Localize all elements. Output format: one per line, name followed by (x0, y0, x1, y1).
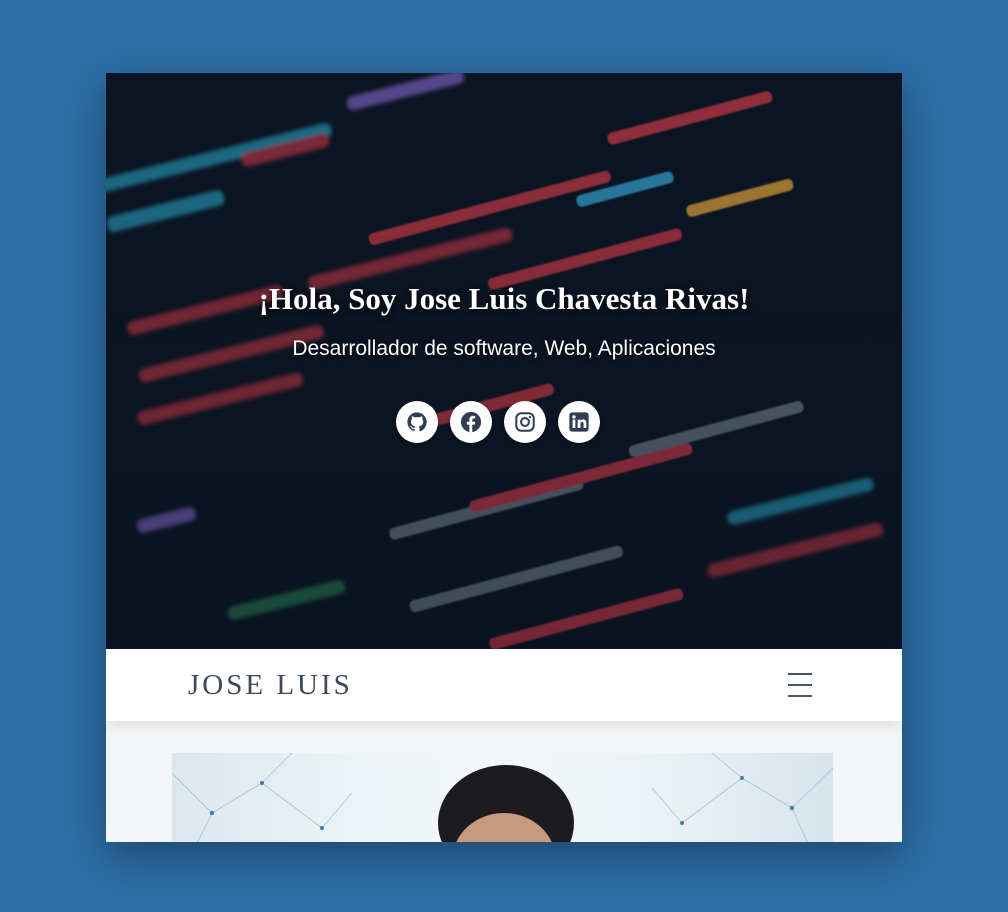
hero-subtitle: Desarrollador de software, Web, Aplicaci… (292, 337, 716, 360)
browser-viewport: ¡Hola, Soy Jose Luis Chavesta Rivas! Des… (106, 73, 902, 842)
brand-logo[interactable]: JOSE LUIS (188, 669, 353, 702)
profile-photo (172, 753, 833, 842)
hero-overlay (106, 73, 902, 649)
navbar: JOSE LUIS (106, 649, 902, 721)
linkedin-link[interactable] (558, 401, 600, 443)
hamburger-line (788, 695, 812, 697)
linkedin-icon (569, 412, 589, 432)
profile-photo-image (172, 753, 833, 842)
social-links (396, 401, 600, 445)
instagram-icon (515, 412, 535, 432)
github-link[interactable] (396, 401, 438, 443)
facebook-link[interactable] (450, 401, 492, 443)
facebook-icon (460, 411, 482, 433)
hamburger-line (788, 673, 812, 675)
hamburger-line (788, 684, 812, 686)
instagram-link[interactable] (504, 401, 546, 443)
hamburger-menu-button[interactable] (786, 671, 816, 699)
hero-section: ¡Hola, Soy Jose Luis Chavesta Rivas! Des… (106, 73, 902, 649)
github-icon (407, 412, 427, 432)
hero-title: ¡Hola, Soy Jose Luis Chavesta Rivas! (258, 281, 750, 316)
